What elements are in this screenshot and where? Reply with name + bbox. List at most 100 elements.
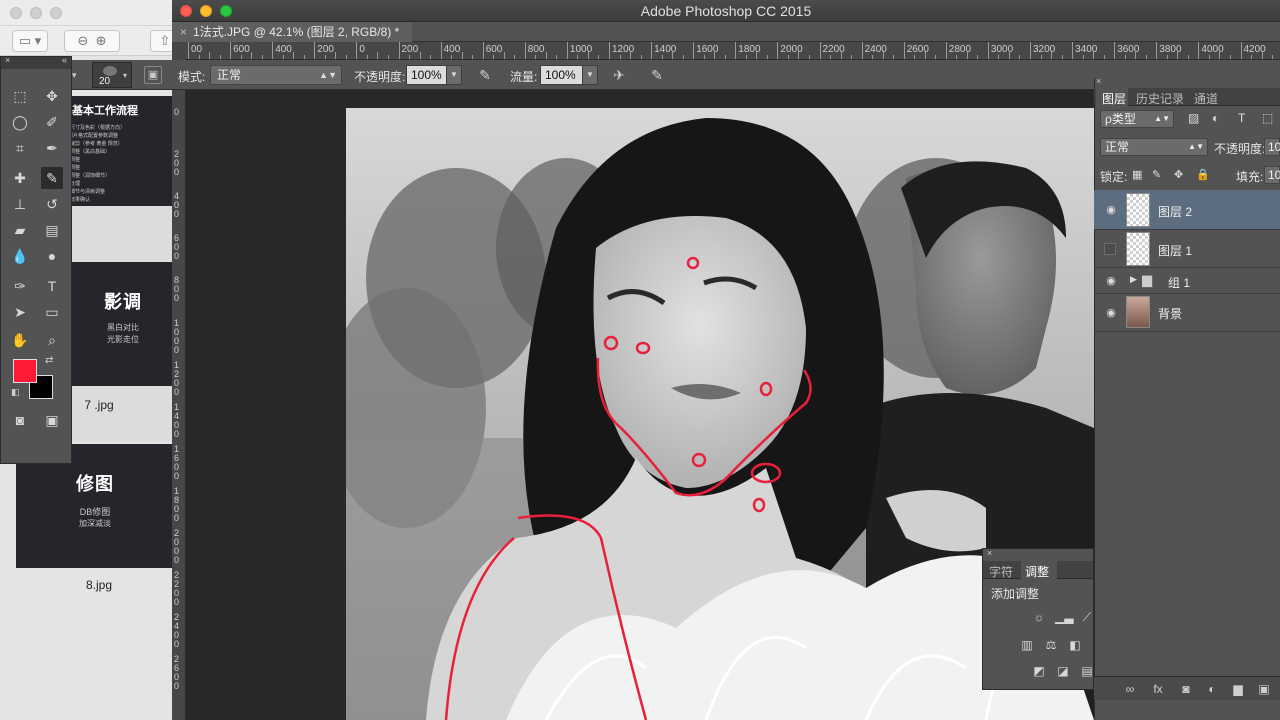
- lock-pixels-icon[interactable]: ✎: [1152, 168, 1161, 181]
- hand-tool-icon[interactable]: ✋: [9, 329, 31, 351]
- lock-transparency-icon[interactable]: ▦: [1132, 168, 1142, 181]
- tab-character[interactable]: 字符: [989, 563, 1013, 580]
- ruler-minor-tick: [977, 55, 979, 59]
- thumbnail-tone[interactable]: 影调 黑白对比 光影走位: [72, 262, 174, 386]
- crop-tool-icon[interactable]: ⌗: [9, 137, 31, 159]
- ruler-minor-tick: [882, 52, 884, 59]
- brightness-contrast-icon[interactable]: ☼: [1031, 609, 1047, 625]
- zoom-tool-icon[interactable]: ⌕: [41, 329, 63, 351]
- visibility-eye-icon[interactable]: ◉: [1104, 203, 1118, 217]
- layer-name[interactable]: 背景: [1158, 305, 1182, 322]
- link-layers-icon[interactable]: ∞: [1122, 681, 1138, 697]
- document-tab[interactable]: × 1法式.JPG @ 42.1% (图层 2, RGB/8) *: [172, 22, 412, 42]
- sidebar-toggle-button[interactable]: ▭ ▾: [12, 30, 48, 52]
- move-tool-icon[interactable]: ✥: [41, 85, 63, 107]
- path-selection-tool-icon[interactable]: ➤: [9, 301, 31, 323]
- tab-history[interactable]: 历史记录: [1136, 90, 1184, 107]
- layer-name[interactable]: 图层 2: [1158, 203, 1192, 220]
- close-panel-icon[interactable]: ×: [5, 55, 10, 65]
- filter-adjustment-icon[interactable]: ◐: [1212, 111, 1219, 125]
- blur-tool-icon[interactable]: 💧: [9, 245, 31, 267]
- layer-row-group1[interactable]: ◉ ▶ ▆ 组 1: [1094, 268, 1280, 294]
- threshold-icon[interactable]: ◪: [1055, 663, 1071, 679]
- swap-colors-icon[interactable]: ⇄: [45, 355, 53, 366]
- tab-channels[interactable]: 通道: [1194, 90, 1218, 107]
- close-dot[interactable]: [10, 7, 22, 19]
- layer-opacity-input[interactable]: 10: [1264, 138, 1280, 156]
- default-colors-icon[interactable]: ◧: [11, 387, 20, 398]
- brush-preset-picker[interactable]: 20 ▾: [92, 62, 132, 88]
- brush-tool-icon[interactable]: ✎: [41, 167, 63, 189]
- foreground-color-swatch[interactable]: [13, 359, 37, 383]
- layer-row-background[interactable]: ◉ 背景: [1094, 294, 1280, 332]
- close-tab-icon[interactable]: ×: [180, 25, 187, 39]
- visibility-eye-icon[interactable]: ◉: [1104, 274, 1118, 288]
- tab-adjustments[interactable]: 调整: [1025, 563, 1049, 580]
- tab-layers[interactable]: 图层: [1102, 90, 1126, 107]
- minimize-dot[interactable]: [30, 7, 42, 19]
- filter-shape-icon[interactable]: ⬚: [1262, 111, 1273, 125]
- ruler-minor-tick: [766, 55, 768, 59]
- layer-name[interactable]: 组 1: [1168, 274, 1190, 291]
- opacity-label: 不透明度:: [354, 70, 406, 84]
- invert-icon[interactable]: ◩: [1031, 663, 1047, 679]
- lock-all-icon[interactable]: 🔒: [1196, 168, 1210, 181]
- lasso-tool-icon[interactable]: ◯: [9, 111, 31, 133]
- new-layer-icon[interactable]: ▣: [1256, 681, 1272, 697]
- dodge-tool-icon[interactable]: ●: [41, 245, 63, 267]
- black-white-icon[interactable]: ◧: [1067, 637, 1083, 653]
- filter-pixel-icon[interactable]: ▨: [1188, 111, 1199, 125]
- rectangle-tool-icon[interactable]: ▭: [41, 301, 63, 323]
- layer-row-layer2[interactable]: ◉ 图层 2: [1094, 190, 1280, 230]
- quick-mask-icon[interactable]: ◙: [9, 409, 31, 431]
- expand-group-icon[interactable]: ▶: [1130, 274, 1137, 285]
- close-panel-icon[interactable]: ×: [987, 548, 992, 558]
- gradient-tool-icon[interactable]: ▤: [41, 219, 63, 241]
- ruler-minor-tick: [472, 55, 474, 59]
- mode-select[interactable]: 正常 ▲▼: [210, 65, 342, 85]
- pressure-opacity-icon[interactable]: ✎: [476, 66, 494, 84]
- zoom-dot[interactable]: [50, 7, 62, 19]
- collapse-panel-icon[interactable]: «: [62, 55, 67, 65]
- filter-type-icon[interactable]: T: [1238, 111, 1245, 125]
- lock-position-icon[interactable]: ✥: [1174, 168, 1183, 181]
- eraser-tool-icon[interactable]: ▰: [9, 219, 31, 241]
- gradient-map-icon[interactable]: ▤: [1079, 663, 1095, 679]
- opacity-dropdown-icon[interactable]: ▼: [446, 65, 462, 85]
- screen-mode-icon[interactable]: ▣: [41, 409, 63, 431]
- layer-row-layer1[interactable]: 图层 1: [1094, 230, 1280, 268]
- zoom-buttons[interactable]: ⊖ ⊕: [64, 30, 120, 52]
- adjustment-layer-icon[interactable]: ◐: [1204, 681, 1220, 697]
- hue-saturation-icon[interactable]: ▥: [1019, 637, 1035, 653]
- visibility-eye-icon[interactable]: ◉: [1104, 306, 1118, 320]
- close-panel-icon[interactable]: ×: [1096, 76, 1101, 86]
- color-balance-icon[interactable]: ⚖: [1043, 637, 1059, 653]
- thumb-line: 五官调整: [60, 164, 174, 172]
- fill-input[interactable]: 10: [1264, 166, 1280, 184]
- levels-icon[interactable]: ▁▃: [1055, 609, 1073, 625]
- visibility-off-box[interactable]: [1104, 243, 1116, 255]
- tool-preset-arrow-icon[interactable]: ▾: [72, 70, 77, 81]
- flow-dropdown-icon[interactable]: ▼: [582, 65, 598, 85]
- type-tool-icon[interactable]: T: [41, 275, 63, 297]
- add-mask-icon[interactable]: ◙: [1178, 681, 1194, 697]
- pressure-size-icon[interactable]: ✎: [648, 66, 666, 84]
- layer-style-fx-icon[interactable]: fx: [1150, 681, 1166, 697]
- history-brush-tool-icon[interactable]: ↺: [41, 193, 63, 215]
- clone-stamp-tool-icon[interactable]: ⊥: [9, 193, 31, 215]
- blend-mode-select[interactable]: 正常 ▲▼: [1100, 138, 1208, 156]
- layer-name[interactable]: 图层 1: [1158, 242, 1192, 259]
- new-group-icon[interactable]: ▆: [1230, 681, 1246, 697]
- airbrush-icon[interactable]: ✈: [610, 66, 628, 84]
- pen-tool-icon[interactable]: ✑: [9, 275, 31, 297]
- healing-brush-tool-icon[interactable]: ✚: [9, 167, 31, 189]
- quick-selection-tool-icon[interactable]: ✐: [41, 111, 63, 133]
- tools-panel-header[interactable]: × «: [1, 55, 71, 69]
- vertical-ruler[interactable]: 0 200 400 600 800 1000 1200 1400 1600 1800 2000 220…: [172, 90, 186, 720]
- curves-icon[interactable]: ⟋: [1079, 609, 1095, 625]
- layer-filter-select[interactable]: ρ类型 ▲▼: [1100, 110, 1174, 128]
- marquee-tool-icon[interactable]: ⬚: [9, 85, 31, 107]
- eyedropper-tool-icon[interactable]: ✒: [41, 137, 63, 159]
- brush-panel-toggle-icon[interactable]: ▣: [144, 66, 162, 84]
- horizontal-ruler[interactable]: 00 600 400 200 0 200 400 600 800 1000 1200 1400 1600…: [186, 42, 1280, 60]
